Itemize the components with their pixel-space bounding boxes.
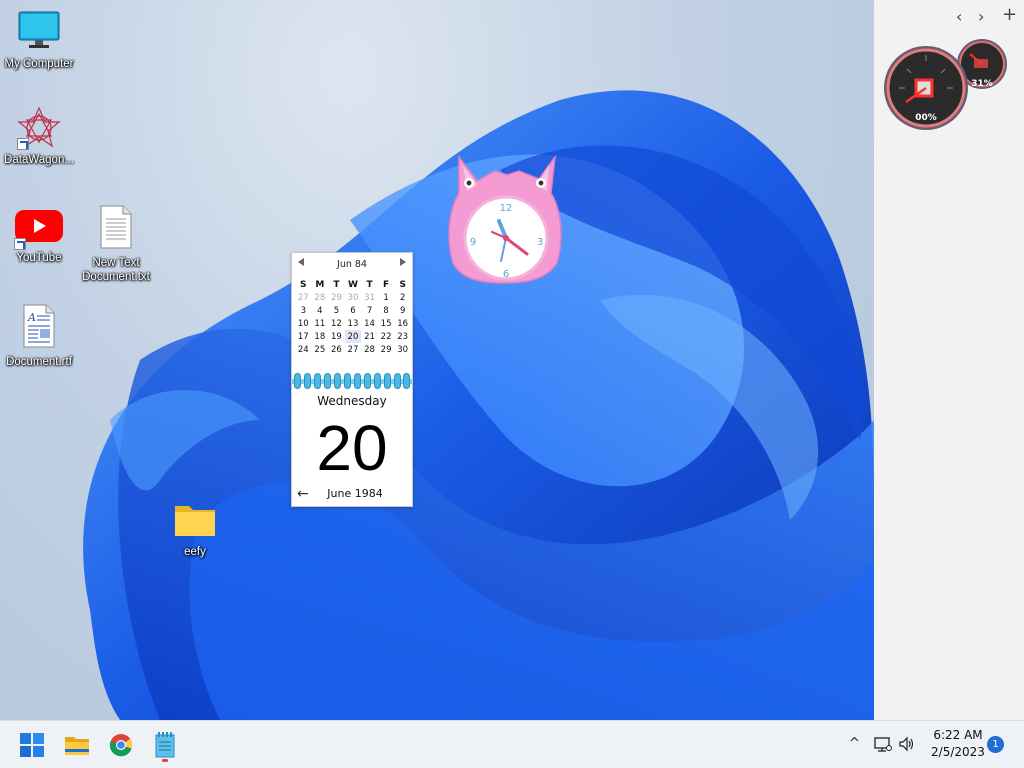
sidebar-next-button[interactable]: › (978, 7, 984, 26)
weekday-label: T (366, 279, 373, 290)
svg-text:A: A (27, 311, 36, 324)
active-app-indicator (162, 759, 168, 762)
calendar-day[interactable]: 24 (295, 343, 312, 356)
clock-number-12: 12 (500, 203, 513, 214)
calendar-day-of-week: Wednesday (317, 394, 387, 408)
calendar-day[interactable]: 2 (394, 291, 411, 304)
calendar-day[interactable]: 27 (295, 291, 312, 304)
desktop-icon-label: YouTube (16, 252, 62, 264)
start-icon (20, 733, 44, 757)
calendar-day[interactable]: 9 (394, 304, 411, 317)
calendar-day[interactable]: 28 (361, 343, 378, 356)
taskbar: ^ 6:22 AM 2/5/2023 1 (0, 720, 1024, 768)
calendar-day[interactable]: 17 (295, 330, 312, 343)
calendar-day[interactable]: 26 (328, 343, 345, 356)
monitor-icon (18, 11, 60, 48)
calendar-day[interactable]: 27 (345, 343, 362, 356)
clock-number-9: 9 (470, 237, 476, 248)
calendar-day-number: 20 (316, 412, 388, 484)
desktop-icon-label: DataWagon... (4, 154, 74, 166)
desktop-icon-my-computer[interactable]: My Computer (0, 10, 81, 71)
clock-number-3: 3 (537, 237, 543, 248)
taskbar-notepad-button[interactable] (149, 729, 181, 762)
volume-icon[interactable] (898, 736, 916, 752)
calendar-day[interactable]: 29 (378, 343, 395, 356)
taskbar-clock-time[interactable]: 6:22 AM (926, 728, 990, 742)
calendar-day[interactable]: 1 (378, 291, 395, 304)
calendar-binding-rings (292, 373, 412, 389)
desktop[interactable]: My Computer DataWagon... YouTube New Tex… (0, 0, 874, 720)
shortcut-arrow-icon (17, 138, 29, 150)
weekday-label: S (300, 279, 307, 290)
memory-meter-value: 31% (971, 79, 993, 89)
calendar-day[interactable]: 7 (361, 304, 378, 317)
desktop-icon-datawagon[interactable]: DataWagon... (0, 106, 81, 167)
calendar-day[interactable]: 22 (378, 330, 395, 343)
calendar-day[interactable]: 4 (312, 304, 329, 317)
gadget-sidebar: ‹ › + 31% 00% (874, 0, 1024, 720)
calendar-day[interactable]: 6 (345, 304, 362, 317)
calendar-day[interactable]: 13 (345, 317, 362, 330)
desktop-icon-label: New Text Document.txt (82, 257, 150, 283)
calendar-day-selected[interactable]: 20 (344, 330, 362, 343)
calendar-day[interactable]: 28 (312, 291, 329, 304)
calendar-day[interactable]: 19 (328, 330, 345, 343)
calendar-day[interactable]: 18 (312, 330, 329, 343)
calendar-grid: S M T W T F S 27 28 29 30 31 1 2 3 4 5 6… (295, 278, 411, 356)
desktop-icon-document-rtf[interactable]: A Document.rtf (0, 304, 81, 369)
taskbar-file-explorer-button[interactable] (61, 729, 93, 761)
desktop-icon-label: Document.rtf (6, 356, 72, 368)
desktop-icon-youtube[interactable]: YouTube (0, 208, 81, 265)
calendar-day[interactable]: 23 (394, 330, 411, 343)
notification-badge[interactable]: 1 (987, 736, 1004, 753)
chrome-icon (109, 734, 132, 757)
calendar-day[interactable]: 29 (328, 291, 345, 304)
weekday-label: T (333, 279, 340, 290)
cpu-meter-value: 00% (915, 113, 937, 123)
text-document-icon (100, 205, 132, 249)
calendar-day[interactable]: 10 (295, 317, 312, 330)
rtf-document-icon: A (23, 304, 55, 348)
calendar-month-header: Jun 84 (337, 259, 367, 270)
shortcut-arrow-icon (14, 238, 26, 250)
network-icon[interactable] (874, 736, 892, 752)
desktop-icon-label: eefy (184, 546, 206, 558)
calendar-day[interactable]: 14 (361, 317, 378, 330)
notepad-icon (155, 732, 175, 758)
calendar-next-month-icon[interactable] (400, 258, 406, 266)
calendar-day[interactable]: 5 (328, 304, 345, 317)
calendar-day[interactable]: 11 (312, 317, 329, 330)
weekday-label: F (383, 279, 390, 290)
calendar-day[interactable]: 30 (394, 343, 411, 356)
calendar-day[interactable]: 21 (361, 330, 378, 343)
calendar-day[interactable]: 15 (378, 317, 395, 330)
desktop-icon-label: My Computer (4, 58, 74, 70)
cat-clock-gadget[interactable]: 12 3 6 9 (447, 153, 562, 285)
clock-number-6: 6 (503, 269, 509, 280)
calendar-gadget[interactable]: Jun 84 S M T W T F S 27 28 29 30 31 1 2 … (291, 252, 413, 507)
desktop-icon-eefy-folder[interactable]: eefy (153, 500, 237, 559)
calendar-day[interactable]: 30 (345, 291, 362, 304)
calendar-day[interactable]: 12 (328, 317, 345, 330)
calendar-day[interactable]: 8 (378, 304, 395, 317)
calendar-month-year: June 1984 (327, 487, 383, 500)
desktop-icon-new-text-document[interactable]: New Text Document.txt (74, 205, 158, 284)
weekday-label: S (399, 279, 406, 290)
cpu-meter-gadget[interactable]: 31% 00% (884, 36, 1010, 132)
file-explorer-icon (65, 737, 89, 755)
sidebar-prev-button[interactable]: ‹ (956, 7, 962, 26)
show-hidden-icons-chevron[interactable]: ^ (849, 736, 860, 751)
taskbar-chrome-button[interactable] (105, 729, 137, 761)
folder-icon (175, 506, 215, 536)
start-button[interactable] (16, 729, 48, 761)
calendar-day[interactable]: 16 (394, 317, 411, 330)
weekday-label: M (315, 279, 325, 290)
wallpaper-bloom (83, 90, 874, 720)
calendar-day[interactable]: 25 (312, 343, 329, 356)
taskbar-clock-date[interactable]: 2/5/2023 (926, 745, 990, 759)
sidebar-add-button[interactable]: + (1002, 4, 1017, 25)
calendar-day[interactable]: 3 (295, 304, 312, 317)
weekday-label: W (348, 279, 358, 290)
calendar-day[interactable]: 31 (361, 291, 378, 304)
